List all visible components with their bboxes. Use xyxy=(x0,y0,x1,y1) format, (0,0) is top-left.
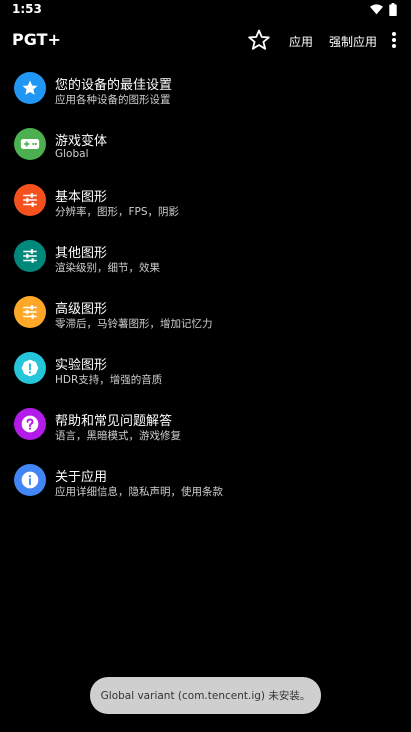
toast-text: Global variant (com.tencent.ig) 未安装。 xyxy=(100,690,311,702)
favorite-button[interactable] xyxy=(247,28,271,52)
menu-item-help-faq[interactable]: 帮助和常见问题解答 语言，黑暗模式，游戏修复 xyxy=(0,396,411,452)
menu-item-about-app[interactable]: 关于应用 应用详细信息，隐私声明，使用条款 xyxy=(0,452,411,508)
status-icons xyxy=(370,3,397,16)
menu-item-advanced-graphics[interactable]: 高级图形 零滞后，马铃薯图形，增加记忆力 xyxy=(0,284,411,340)
star-icon xyxy=(14,72,46,104)
force-apply-button[interactable]: 强制应用 xyxy=(329,33,377,50)
status-bar: 1:53 xyxy=(0,0,411,18)
menu-item-basic-graphics[interactable]: 基本图形 分辨率，图形，FPS，阴影 xyxy=(0,172,411,228)
menu-item-subtitle: 分辨率，图形，FPS，阴影 xyxy=(55,206,180,218)
menu-item-title: 关于应用 xyxy=(55,470,108,485)
status-time: 1:53 xyxy=(12,2,42,16)
more-options-button[interactable] xyxy=(386,28,402,52)
battery-icon xyxy=(389,3,397,16)
menu-item-subtitle: 应用各种设备的图形设置 xyxy=(55,94,171,106)
menu-item-best-settings[interactable]: 您的设备的最佳设置 应用各种设备的图形设置 xyxy=(0,60,411,116)
tune-icon xyxy=(14,296,46,328)
help-icon xyxy=(14,408,46,440)
menu-item-title: 其他图形 xyxy=(55,246,108,261)
app-bar: PGT+ 应用 强制应用 xyxy=(0,24,411,56)
menu-item-title: 您的设备的最佳设置 xyxy=(55,78,173,93)
menu-item-title: 游戏变体 xyxy=(55,134,108,149)
menu-item-subtitle: Global xyxy=(55,148,89,160)
menu-item-title: 高级图形 xyxy=(55,302,108,317)
tune-icon xyxy=(14,240,46,272)
menu-item-subtitle: 零滞后，马铃薯图形，增加记忆力 xyxy=(55,318,213,330)
wifi-icon xyxy=(370,4,383,15)
menu-item-subtitle: 渲染级别，细节，效果 xyxy=(55,262,160,274)
alert-icon xyxy=(14,352,46,384)
menu-item-subtitle: HDR支持，增强的音质 xyxy=(55,374,163,386)
menu-item-title: 帮助和常见问题解答 xyxy=(55,414,173,429)
more-vert-icon xyxy=(392,32,396,48)
tune-icon xyxy=(14,184,46,216)
menu-item-experimental-graphics[interactable]: 实验图形 HDR支持，增强的音质 xyxy=(0,340,411,396)
menu-item-subtitle: 应用详细信息，隐私声明，使用条款 xyxy=(55,486,223,498)
menu-item-title: 基本图形 xyxy=(55,190,108,205)
menu-item-game-variant[interactable]: 游戏变体 Global xyxy=(0,116,411,172)
menu-item-title: 实验图形 xyxy=(55,358,108,373)
apply-button[interactable]: 应用 xyxy=(289,33,313,50)
toast-message: Global variant (com.tencent.ig) 未安装。 xyxy=(90,677,321,714)
gamepad-icon xyxy=(14,128,46,160)
info-icon xyxy=(14,464,46,496)
star-outline-icon xyxy=(248,29,270,50)
menu-item-other-graphics[interactable]: 其他图形 渲染级别，细节，效果 xyxy=(0,228,411,284)
menu-item-subtitle: 语言，黑暗模式，游戏修复 xyxy=(55,430,181,442)
app-title: PGT+ xyxy=(12,30,61,49)
